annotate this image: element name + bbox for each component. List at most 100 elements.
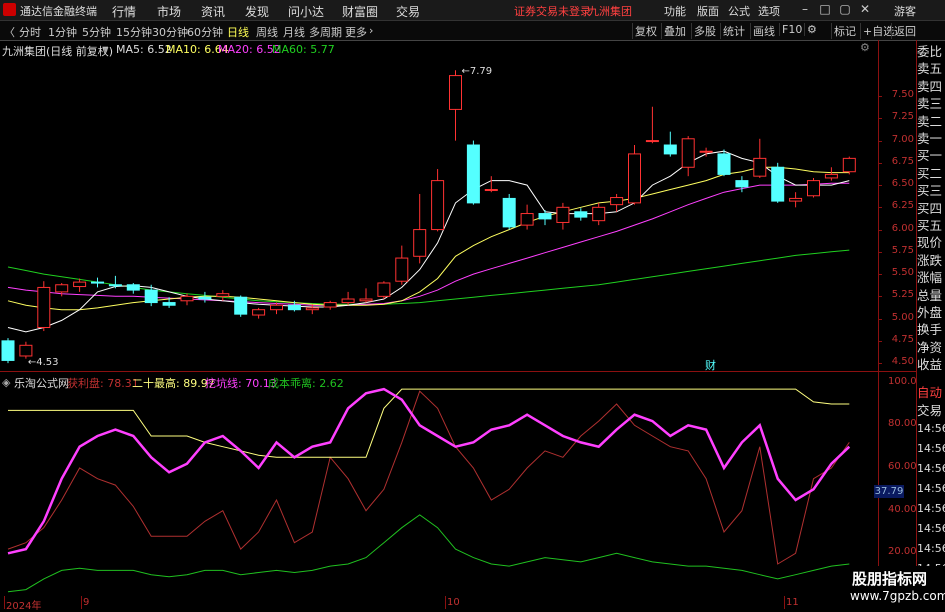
- ma5-line: [7, 150, 850, 333]
- candle-body: [287, 304, 301, 311]
- period-weekly[interactable]: 周线: [256, 24, 278, 40]
- candle-body: [216, 293, 230, 297]
- toolbar-draw[interactable]: 画线: [750, 23, 777, 39]
- period-30min[interactable]: 30分钟: [152, 24, 188, 40]
- toolbar-multistock[interactable]: 多股: [691, 23, 718, 39]
- candle-body: [663, 144, 677, 155]
- candle-body: [574, 211, 588, 218]
- candle-body: [807, 180, 820, 197]
- candle-body: [789, 197, 803, 202]
- indicator-tick-label: 80.00: [888, 418, 917, 430]
- date-tick: [784, 596, 785, 609]
- candle-body: [37, 286, 51, 328]
- indicator-chart[interactable]: [0, 372, 878, 596]
- price-tick-label: 6.25: [891, 200, 914, 212]
- minimize-icon[interactable]: –: [796, 1, 814, 17]
- quote-field-label: 委比: [917, 44, 943, 59]
- date-label: 10: [447, 597, 460, 608]
- candle-body: [717, 153, 731, 175]
- toolbar-back[interactable]: 返回: [891, 23, 918, 39]
- period-daily[interactable]: 日线: [227, 24, 249, 40]
- date-tick: [4, 596, 5, 609]
- indicator-tick-label: 100.0: [888, 375, 917, 387]
- restore-icon[interactable]: □: [816, 1, 834, 17]
- indicator-tick-label: 60.00: [888, 461, 917, 472]
- period-5min[interactable]: 5分钟: [82, 24, 111, 40]
- toolbar-overlay[interactable]: 叠加: [661, 23, 688, 39]
- price-tick-label: 5.50: [891, 267, 914, 279]
- candle-body: [735, 180, 749, 188]
- finance-event-marker: 财: [705, 358, 716, 372]
- toolbar-adjust[interactable]: 复权: [632, 23, 659, 39]
- chevron-right-icon[interactable]: ›: [369, 24, 373, 37]
- ma60-value: MA60: 5.77: [272, 43, 335, 56]
- menu-function[interactable]: 功能: [664, 3, 686, 19]
- menu-wealth[interactable]: 财富圈: [342, 3, 378, 20]
- period-multi[interactable]: 多周期: [309, 24, 342, 40]
- price-tick-label: 4.50: [891, 356, 914, 368]
- indicator-tick-label: 40.00: [888, 503, 917, 515]
- menu-assistant[interactable]: 问小达: [288, 3, 324, 20]
- menu-trade[interactable]: 交易: [396, 3, 420, 20]
- menu-market[interactable]: 市场: [157, 3, 181, 20]
- candle-body: [610, 197, 624, 206]
- login-notice[interactable]: 证券交易未登录: [514, 3, 591, 19]
- quote-field-label: 涨幅: [917, 270, 943, 286]
- quote-field-label: 买五: [917, 218, 943, 233]
- tick-time: 14:56: [917, 522, 945, 535]
- candle-body: [771, 166, 785, 202]
- candle-body: [55, 284, 69, 293]
- guest-user[interactable]: 游客: [894, 3, 916, 19]
- auto-trade-label[interactable]: 交易: [917, 402, 945, 421]
- low-price-label: ←4.53: [28, 357, 59, 368]
- period-intraday[interactable]: 分时: [19, 24, 41, 40]
- candle-body: [198, 296, 212, 300]
- indicator-current-value: 37.79: [874, 485, 904, 498]
- quote-field-label: 外盘: [917, 305, 943, 320]
- period-15min[interactable]: 15分钟: [116, 24, 152, 40]
- settings-gear-icon[interactable]: ⚙: [860, 41, 870, 54]
- candle-body: [824, 173, 838, 179]
- period-monthly[interactable]: 月线: [283, 24, 305, 40]
- quote-field-label: 收益: [917, 357, 943, 373]
- close-icon[interactable]: ✕: [856, 1, 874, 17]
- toolbar-stats[interactable]: 统计: [720, 23, 747, 39]
- candlestick-chart[interactable]: ←7.79 ←4.53 财: [0, 56, 878, 372]
- auto-trade-label[interactable]: 自动: [917, 384, 945, 403]
- candle-body: [108, 284, 122, 287]
- maximize-icon[interactable]: ▢: [836, 1, 854, 17]
- cost-line: [7, 514, 850, 593]
- menu-news[interactable]: 资讯: [201, 3, 225, 20]
- period-tick: 〈: [4, 26, 15, 39]
- candle-body: [520, 213, 534, 226]
- menu-quotes[interactable]: 行情: [112, 3, 136, 20]
- menu-layout[interactable]: 版面: [697, 3, 719, 19]
- broker-name: 九洲集团: [588, 5, 632, 18]
- quote-field-label: 现价: [917, 235, 943, 251]
- menu-options[interactable]: 选项: [758, 3, 780, 19]
- candle-body: [252, 309, 266, 316]
- quote-field-label: 卖五: [917, 61, 943, 77]
- dropdown-icon[interactable]: ▾: [103, 43, 109, 56]
- toolbar-gear-icon[interactable]: ⚙: [804, 23, 819, 36]
- candle-body: [144, 289, 158, 304]
- menu-formula[interactable]: 公式: [728, 3, 750, 19]
- period-1min[interactable]: 1分钟: [48, 24, 77, 40]
- toolbar-f10[interactable]: F10: [779, 23, 804, 36]
- tick-time: 14:56: [917, 442, 945, 455]
- candle-body: [681, 138, 695, 168]
- ma5-value: MA5: 6.52: [116, 43, 172, 56]
- candle-body: [842, 157, 856, 173]
- quote-field-label: 卖三: [917, 96, 943, 112]
- menu-discover[interactable]: 发现: [245, 3, 269, 20]
- candle-body: [592, 206, 606, 222]
- price-tick-label: 5.00: [891, 311, 914, 323]
- period-60min[interactable]: 60分钟: [187, 24, 223, 40]
- candle-body: [449, 75, 462, 110]
- candle-body: [645, 140, 659, 143]
- toolbar-mark[interactable]: 标记: [831, 23, 858, 39]
- tick-time: 14:56: [917, 502, 945, 515]
- quote-field-label: 买三: [917, 183, 943, 199]
- candle-body: [484, 189, 498, 192]
- period-more[interactable]: 更多: [345, 24, 367, 40]
